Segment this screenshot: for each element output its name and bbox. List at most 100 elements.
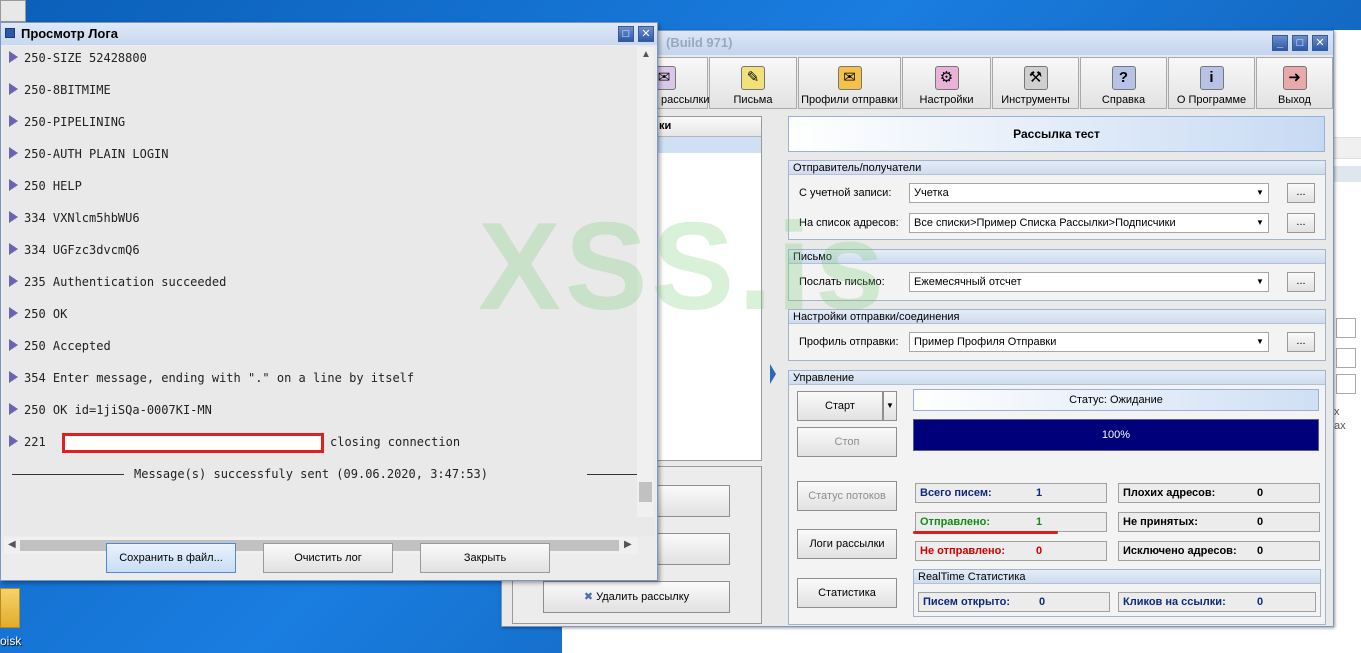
toolbar-exit[interactable]: ➜ Выход — [1256, 57, 1333, 109]
arrow-icon — [9, 83, 18, 95]
scroll-up-icon[interactable]: ▲ — [641, 49, 651, 60]
close-button[interactable]: ✕ — [638, 26, 654, 42]
arrow-icon — [9, 339, 18, 351]
log-line-text: 250 HELP — [24, 179, 82, 193]
group-title: Отправитель/получатели — [789, 161, 1325, 175]
maximize-button[interactable]: □ — [1292, 35, 1308, 51]
background-field — [1336, 374, 1356, 394]
stat-value: 0 — [1257, 516, 1264, 528]
toolbar-label: О Программе — [1176, 94, 1247, 106]
log-titlebar[interactable]: Просмотр Лога □ ✕ — [1, 23, 657, 45]
letter-browse-button[interactable]: ... — [1287, 272, 1315, 292]
toolbar-about[interactable]: i О Программе — [1168, 57, 1255, 109]
scroll-right-icon[interactable]: ▶ — [624, 539, 632, 550]
background-text: х — [1334, 406, 1340, 418]
list-value: Все списки>Пример Списка Рассылки>Подпис… — [914, 217, 1176, 229]
progress-bar: 100% — [913, 419, 1319, 451]
stat-value: 0 — [1036, 545, 1043, 557]
log-line: 250-8BITMIME — [9, 83, 111, 99]
tools-icon: ⚒ — [1023, 66, 1048, 90]
delete-mailing-label: Удалить рассылку — [596, 591, 690, 603]
dropdown-arrow-icon[interactable]: ▼ — [1252, 273, 1268, 291]
pane-splitter[interactable] — [766, 116, 786, 626]
dropdown-arrow-icon[interactable]: ▼ — [1252, 214, 1268, 232]
toolbar-letters[interactable]: ✎ Письма — [709, 57, 797, 109]
bad-addresses: Плохих адресов: 0 — [1118, 483, 1320, 503]
toolbar-tools[interactable]: ⚒ Инструменты — [992, 57, 1079, 109]
stop-button[interactable]: Стоп — [797, 427, 897, 457]
threads-status-button[interactable]: Статус потоков — [797, 481, 897, 511]
save-to-file-button[interactable]: Сохранить в файл... — [106, 543, 236, 573]
start-button[interactable]: Старт — [797, 391, 883, 421]
mailing-name-banner: Рассылка тест — [788, 116, 1325, 152]
toolbar-label: Выход — [1278, 94, 1311, 106]
profile-select[interactable]: Пример Профиля Отправки ▼ — [909, 332, 1269, 352]
minimize-button[interactable]: _ — [1272, 35, 1288, 51]
desktop-icon-top[interactable] — [0, 0, 26, 22]
log-line-tail: closing connection — [330, 435, 461, 449]
mailing-logs-button[interactable]: Логи рассылки — [797, 529, 897, 559]
log-line: 334 VXNlcm5hbWU6 — [9, 211, 140, 227]
arrow-icon — [9, 115, 18, 127]
toolbar-settings[interactable]: ⚙ Настройки — [902, 57, 991, 109]
close-button[interactable]: ✕ — [1312, 35, 1328, 51]
delete-mailing-button[interactable]: ✖ Удалить рассылку — [543, 581, 730, 613]
toolbar-profiles[interactable]: ✉ Профили отправки — [798, 57, 901, 109]
arrow-icon — [9, 307, 18, 319]
letter-select[interactable]: Ежемесячный отсчет ▼ — [909, 272, 1269, 292]
stat-label: Отправлено: — [920, 516, 991, 528]
watermark: XSS.is — [478, 198, 888, 336]
list-browse-button[interactable]: ... — [1287, 213, 1315, 233]
toolbar-label: Письма — [733, 94, 773, 106]
expand-arrow-icon[interactable] — [770, 364, 776, 384]
opened-letters: Писем открыто: 0 — [918, 592, 1110, 612]
stat-value: 0 — [1257, 545, 1264, 557]
arrow-icon — [9, 243, 18, 255]
log-line-text: 250-AUTH PLAIN LOGIN — [24, 147, 169, 161]
close-log-button[interactable]: Закрыть — [420, 543, 550, 573]
stat-label: Писем открыто: — [923, 596, 1011, 608]
account-value: Учетка — [914, 187, 949, 199]
log-line-text: 235 Authentication succeeded — [24, 275, 227, 289]
toolbar-help[interactable]: ? Справка — [1080, 57, 1167, 109]
stat-label: Всего писем: — [920, 487, 992, 499]
background-tab-strip — [1334, 166, 1361, 182]
link-clicks: Кликов на ссылки: 0 — [1118, 592, 1316, 612]
stat-value: 1 — [1036, 487, 1043, 499]
background-field — [1336, 348, 1356, 368]
log-line: 334 UGFzc3dvcmQ6 — [9, 243, 140, 259]
stat-value: 1 — [1036, 516, 1043, 528]
folder-icon[interactable] — [0, 588, 20, 628]
log-line-text: 334 VXNlcm5hbWU6 — [24, 211, 140, 225]
log-line: 235 Authentication succeeded — [9, 275, 226, 291]
statistics-button[interactable]: Статистика — [797, 578, 897, 608]
account-select[interactable]: Учетка ▼ — [909, 183, 1269, 203]
start-dropdown-icon[interactable]: ▼ — [883, 391, 897, 421]
sent-letters: Отправлено: 1 — [915, 512, 1107, 532]
arrow-icon — [9, 403, 18, 415]
profile-browse-button[interactable]: ... — [1287, 332, 1315, 352]
window-icon — [5, 28, 15, 38]
sent-highlight-underline — [913, 531, 1058, 534]
list-select[interactable]: Все списки>Пример Списка Рассылки>Подпис… — [909, 213, 1269, 233]
desktop-icon-label[interactable]: oisk — [0, 634, 21, 648]
arrow-icon — [9, 179, 18, 191]
not-sent-letters: Не отправлено: 0 — [915, 541, 1107, 561]
log-line: 221 — [9, 435, 46, 451]
arrow-icon — [9, 211, 18, 223]
mailer-title: (Build 971) — [666, 35, 733, 50]
maximize-button[interactable]: □ — [618, 26, 634, 42]
scroll-left-icon[interactable]: ◀ — [8, 539, 16, 550]
toolbar-label: Настройки — [919, 94, 974, 106]
log-title: Просмотр Лога — [21, 26, 118, 41]
dropdown-arrow-icon[interactable]: ▼ — [1252, 333, 1268, 351]
log-line-text: 221 — [24, 435, 46, 449]
clear-log-button[interactable]: Очистить лог — [263, 543, 393, 573]
log-summary: Message(s) successfuly sent (09.06.2020,… — [134, 467, 489, 481]
log-line: 250 OK — [9, 307, 67, 323]
account-browse-button[interactable]: ... — [1287, 183, 1315, 203]
log-line: 250-PIPELINING — [9, 115, 125, 131]
dropdown-arrow-icon[interactable]: ▼ — [1252, 184, 1268, 202]
separator-line — [12, 474, 124, 475]
scroll-thumb[interactable] — [639, 482, 652, 502]
